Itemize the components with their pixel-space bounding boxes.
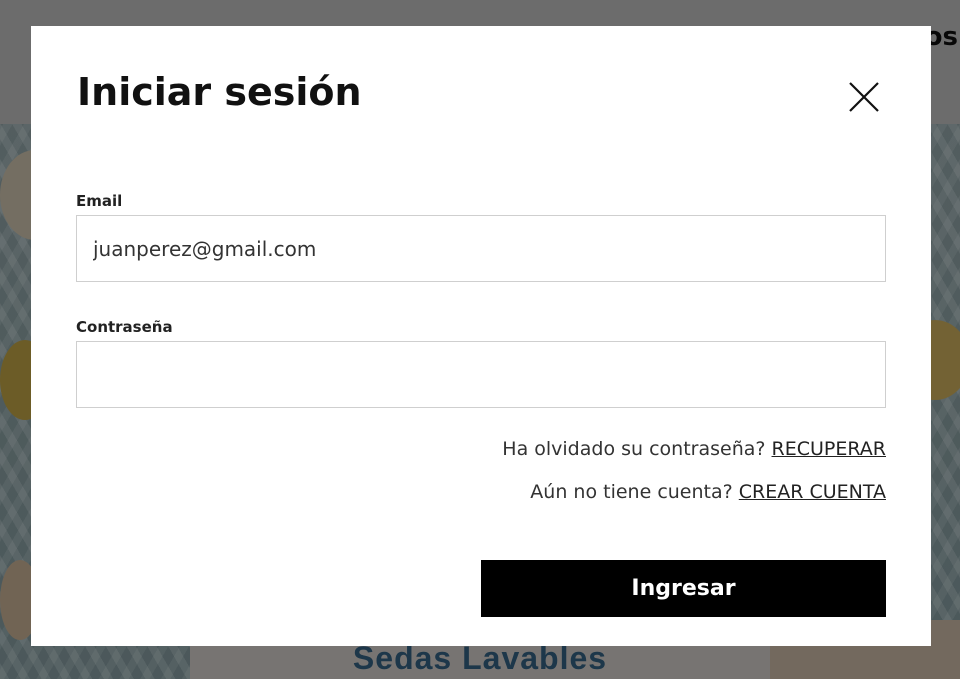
email-field[interactable] bbox=[76, 215, 886, 282]
password-label: Contraseña bbox=[76, 318, 173, 336]
modal-title: Iniciar sesión bbox=[77, 70, 362, 114]
login-modal: Iniciar sesión Email Contraseña Ha olvid… bbox=[31, 26, 931, 646]
register-text: Aún no tiene cuenta? bbox=[530, 481, 733, 503]
register-line: Aún no tiene cuenta? CREAR CUENTA bbox=[530, 481, 886, 503]
close-button[interactable] bbox=[847, 80, 881, 114]
password-field[interactable] bbox=[76, 341, 886, 408]
login-submit-button[interactable]: Ingresar bbox=[481, 560, 886, 617]
close-icon bbox=[849, 82, 879, 112]
forgot-password-line: Ha olvidado su contraseña? RECUPERAR bbox=[502, 438, 886, 460]
create-account-link[interactable]: CREAR CUENTA bbox=[739, 481, 886, 503]
recover-password-link[interactable]: RECUPERAR bbox=[772, 438, 886, 460]
forgot-password-text: Ha olvidado su contraseña? bbox=[502, 438, 766, 460]
email-label: Email bbox=[76, 192, 123, 210]
